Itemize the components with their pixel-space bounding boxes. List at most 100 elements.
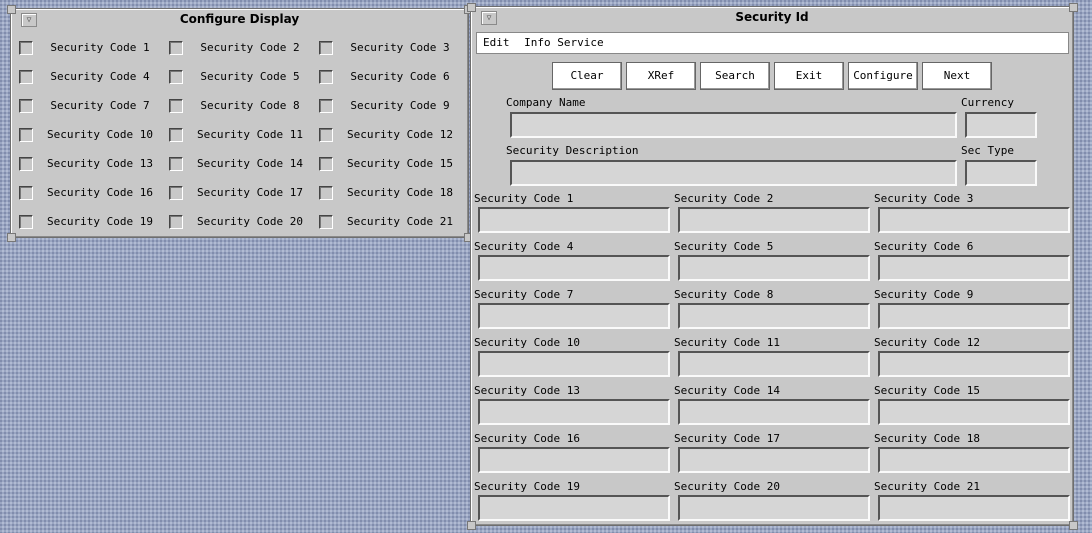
next-button[interactable]: Next (922, 62, 992, 90)
resize-handle[interactable] (1069, 521, 1078, 530)
security-code-label: Security Code 18 (874, 432, 980, 445)
security-code-field[interactable] (478, 207, 670, 233)
security-code-field[interactable] (678, 207, 870, 233)
checkbox[interactable] (169, 70, 183, 84)
security-code-label: Security Code 19 (474, 480, 580, 493)
security-code-label: Security Code 7 (474, 288, 574, 301)
clear-button[interactable]: Clear (552, 62, 622, 90)
checkbox-label: Security Code 8 (200, 99, 300, 112)
checkbox-label: Security Code 1 (50, 41, 150, 54)
checkbox-label: Security Code 17 (197, 186, 303, 199)
security-code-label: Security Code 15 (874, 384, 980, 397)
security-code-field[interactable] (478, 255, 670, 281)
security-code-field[interactable] (878, 351, 1070, 377)
menu-edit[interactable]: Edit (483, 33, 510, 53)
security-id-titlebar[interactable]: ▽ Security Id (471, 7, 1073, 25)
configure-button[interactable]: Configure (848, 62, 918, 90)
security-code-field[interactable] (878, 303, 1070, 329)
checkbox[interactable] (169, 215, 183, 229)
checkbox[interactable] (319, 99, 333, 113)
security-code-field[interactable] (478, 399, 670, 425)
security-code-field[interactable] (478, 303, 670, 329)
security-code-field[interactable] (878, 495, 1070, 521)
configure-display-window: ▽ Configure Display Security Code 1 Secur… (7, 5, 473, 242)
checkbox[interactable] (19, 157, 33, 171)
security-code-label: Security Code 8 (674, 288, 774, 301)
resize-handle[interactable] (7, 233, 16, 242)
checkbox[interactable] (19, 99, 33, 113)
checkbox[interactable] (319, 70, 333, 84)
checkbox-label: Security Code 11 (197, 128, 303, 141)
security-code-label: Security Code 17 (674, 432, 780, 445)
checkbox[interactable] (19, 41, 33, 55)
security-code-label: Security Code 10 (474, 336, 580, 349)
checkbox-label: Security Code 3 (350, 41, 450, 54)
checkbox-label: Security Code 18 (347, 186, 453, 199)
checkbox-label: Security Code 7 (50, 99, 150, 112)
checkbox[interactable] (319, 215, 333, 229)
checkbox[interactable] (169, 41, 183, 55)
checkbox[interactable] (169, 128, 183, 142)
security-code-label: Security Code 3 (874, 192, 974, 205)
checkbox[interactable] (169, 99, 183, 113)
currency-label: Currency (961, 96, 1014, 109)
security-code-field[interactable] (678, 303, 870, 329)
checkbox-label: Security Code 14 (197, 157, 303, 170)
security-code-label: Security Code 2 (674, 192, 774, 205)
checkbox-label: Security Code 21 (347, 215, 453, 228)
security-code-label: Security Code 4 (474, 240, 574, 253)
security-code-field[interactable] (678, 399, 870, 425)
menu-bar: Edit Info Service (476, 32, 1069, 54)
security-description-label: Security Description (506, 144, 639, 157)
exit-button[interactable]: Exit (774, 62, 844, 90)
resize-handle[interactable] (467, 521, 476, 530)
security-code-field[interactable] (878, 447, 1070, 473)
checkbox[interactable] (19, 70, 33, 84)
resize-handle[interactable] (7, 5, 16, 14)
checkbox[interactable] (169, 157, 183, 171)
configure-display-titlebar[interactable]: ▽ Configure Display (11, 9, 468, 27)
security-code-field[interactable] (878, 399, 1070, 425)
configure-display-title: Configure Display (179, 12, 300, 26)
checkbox[interactable] (319, 128, 333, 142)
security-code-label: Security Code 16 (474, 432, 580, 445)
checkbox[interactable] (319, 186, 333, 200)
security-code-label: Security Code 1 (474, 192, 574, 205)
security-code-label: Security Code 14 (674, 384, 780, 397)
security-code-field[interactable] (678, 447, 870, 473)
company-name-field[interactable] (510, 112, 957, 138)
checkbox[interactable] (319, 41, 333, 55)
currency-field[interactable] (965, 112, 1037, 138)
security-code-field[interactable] (678, 255, 870, 281)
security-code-field[interactable] (478, 447, 670, 473)
resize-handle[interactable] (467, 3, 476, 12)
checkbox-label: Security Code 13 (47, 157, 153, 170)
xref-button[interactable]: XRef (626, 62, 696, 90)
security-code-field[interactable] (478, 351, 670, 377)
checkbox[interactable] (19, 215, 33, 229)
security-description-field[interactable] (510, 160, 957, 186)
security-code-label: Security Code 13 (474, 384, 580, 397)
checkbox-label: Security Code 16 (47, 186, 153, 199)
search-button[interactable]: Search (700, 62, 770, 90)
menu-info-service[interactable]: Info Service (524, 33, 603, 53)
checkbox[interactable] (169, 186, 183, 200)
security-code-label: Security Code 6 (874, 240, 974, 253)
security-code-field[interactable] (678, 495, 870, 521)
security-code-field[interactable] (878, 207, 1070, 233)
resize-handle[interactable] (1069, 3, 1078, 12)
sec-type-field[interactable] (965, 160, 1037, 186)
security-code-field[interactable] (678, 351, 870, 377)
security-code-field[interactable] (878, 255, 1070, 281)
checkbox[interactable] (19, 128, 33, 142)
checkbox[interactable] (319, 157, 333, 171)
checkbox[interactable] (19, 186, 33, 200)
security-code-label: Security Code 9 (874, 288, 974, 301)
checkbox-label: Security Code 15 (347, 157, 453, 170)
security-id-window: ▽ Security Id Edit Info Service Clear XR… (467, 3, 1078, 530)
security-code-field[interactable] (478, 495, 670, 521)
checkbox-label: Security Code 2 (200, 41, 300, 54)
security-code-label: Security Code 5 (674, 240, 774, 253)
checkbox-label: Security Code 9 (350, 99, 450, 112)
security-code-label: Security Code 21 (874, 480, 980, 493)
